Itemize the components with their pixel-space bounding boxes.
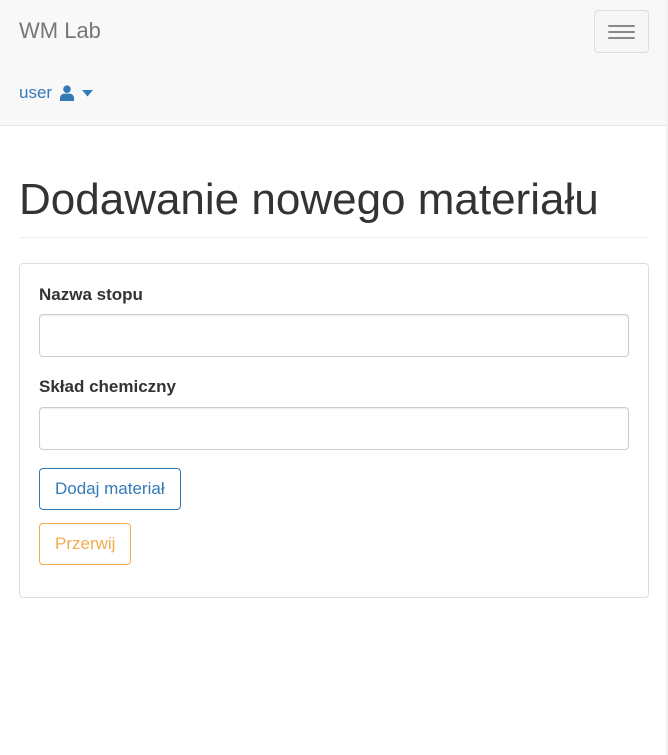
page-title: Dodawanie nowego materiału bbox=[19, 175, 599, 224]
add-material-button[interactable]: Dodaj materiał bbox=[39, 468, 181, 510]
navbar-toggle-button[interactable] bbox=[594, 10, 649, 53]
cancel-button[interactable]: Przerwij bbox=[39, 523, 132, 565]
add-material-form-panel: Nazwa stopu Skład chemiczny Dodaj materi… bbox=[19, 263, 649, 598]
alloy-name-label: Nazwa stopu bbox=[39, 285, 143, 304]
navbar: WM Lab user bbox=[0, 0, 666, 126]
hamburger-menu-icon-bar bbox=[608, 36, 635, 39]
hamburger-menu-icon bbox=[608, 24, 635, 27]
page-header-divider bbox=[19, 237, 649, 238]
alloy-name-input[interactable] bbox=[39, 314, 629, 357]
navbar-brand[interactable]: WM Lab bbox=[19, 18, 101, 44]
chemical-composition-input[interactable] bbox=[39, 407, 629, 450]
user-menu-label: user bbox=[19, 83, 53, 102]
hamburger-menu-icon-bar bbox=[608, 30, 635, 33]
user-icon bbox=[60, 85, 75, 101]
user-menu-dropdown[interactable]: user bbox=[19, 82, 94, 104]
caret-down-icon bbox=[82, 89, 94, 96]
chemical-composition-label: Skład chemiczny bbox=[39, 377, 177, 396]
